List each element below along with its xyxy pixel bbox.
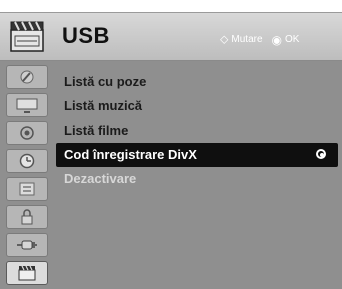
- key-hint: ⬦ Mutare ◉ OK: [220, 32, 299, 47]
- monitor-icon: [16, 98, 38, 113]
- menu-item-label: Listă cu poze: [64, 74, 147, 89]
- menu-item-divx-registration[interactable]: Cod înregistrare DivX: [56, 143, 338, 167]
- sidebar-item-options[interactable]: [6, 177, 48, 201]
- picture-icon: [20, 70, 34, 84]
- clock-icon: [19, 153, 35, 169]
- sidebar-item-picture[interactable]: [6, 65, 48, 89]
- sidebar-item-usb[interactable]: [6, 261, 48, 285]
- menu-item-label: Dezactivare: [64, 171, 137, 186]
- radio-selected-icon: [316, 149, 326, 159]
- usb-clapper-icon: [10, 21, 44, 52]
- menu-item-label: Cod înregistrare DivX: [64, 147, 197, 162]
- ok-hint-label: OK: [285, 34, 300, 45]
- sidebar-item-lock[interactable]: [6, 205, 48, 229]
- input-plug-icon: [17, 240, 37, 250]
- menu-header: USB ⬦ Mutare ◉ OK: [0, 12, 342, 61]
- menu-item-movie-list[interactable]: Listă filme: [64, 119, 342, 143]
- ok-button-icon: ◉: [271, 32, 283, 47]
- menu-item-label: Listă filme: [64, 123, 129, 138]
- usb-menu: USB ⬦ Mutare ◉ OK Listă cu poze Listă mu…: [0, 0, 342, 289]
- options-icon: [19, 182, 35, 196]
- sidebar-item-audio[interactable]: [6, 121, 48, 145]
- move-arrows-icon: ⬦: [220, 32, 229, 46]
- menu-item-deactivate: Dezactivare: [64, 167, 342, 191]
- lock-icon: [21, 209, 33, 225]
- menu-list: Listă cu poze Listă muzică Listă filme C…: [54, 61, 342, 289]
- sidebar-item-screen[interactable]: [6, 93, 48, 117]
- audio-icon: [20, 126, 34, 140]
- page-title: USB: [62, 23, 110, 48]
- category-sidebar: [0, 61, 54, 289]
- usb-clapper-icon: [18, 265, 36, 281]
- move-hint-label: Mutare: [231, 34, 263, 45]
- menu-item-music-list[interactable]: Listă muzică: [64, 94, 342, 118]
- menu-item-photo-list[interactable]: Listă cu poze: [64, 70, 342, 94]
- sidebar-item-time[interactable]: [6, 149, 48, 173]
- menu-item-label: Listă muzică: [64, 98, 143, 113]
- sidebar-item-input[interactable]: [6, 233, 48, 257]
